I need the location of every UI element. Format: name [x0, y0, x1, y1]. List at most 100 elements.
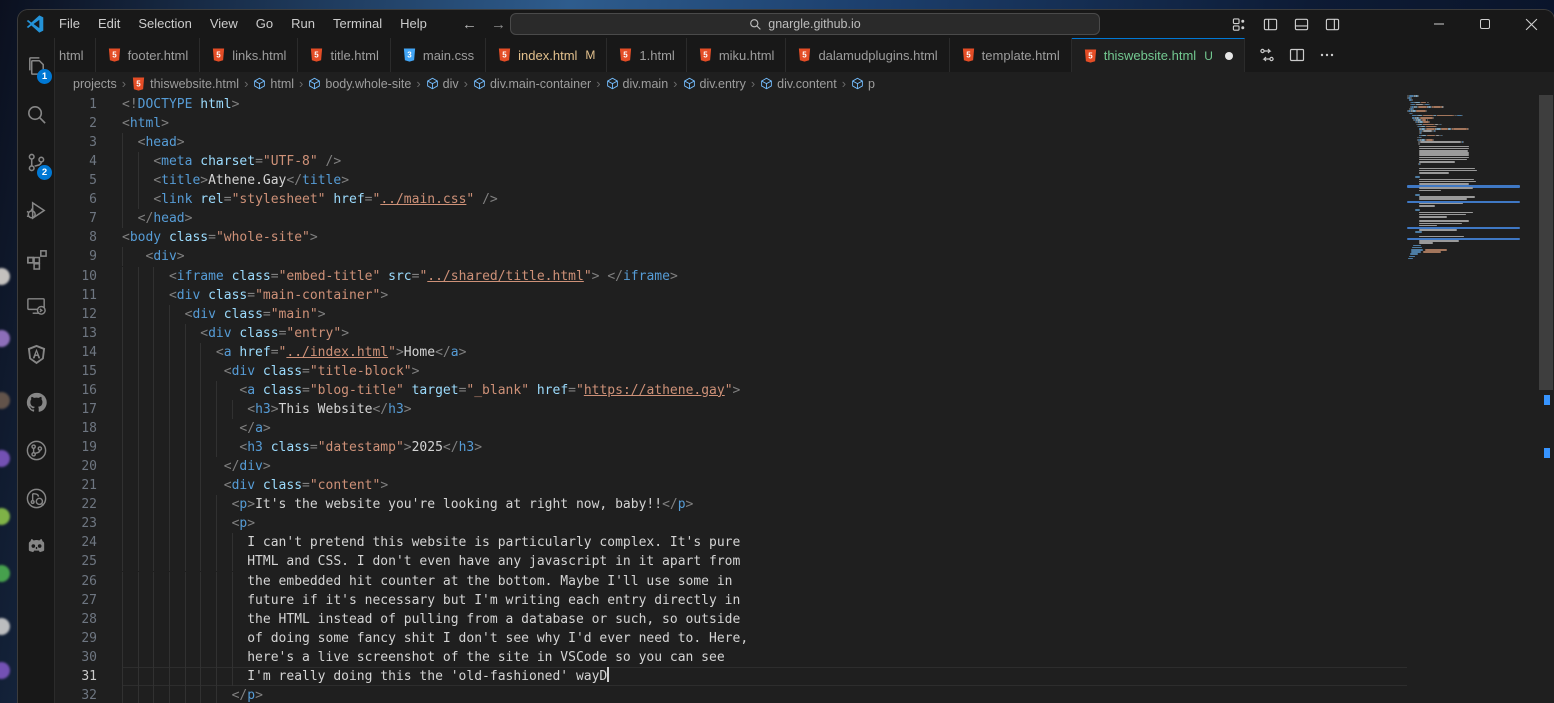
html-file-icon: 5 [698, 47, 713, 63]
code-area[interactable]: <!DOCTYPE html><html> <head> <meta chars… [122, 95, 1407, 703]
tab-index.html[interactable]: 5index.htmlM [486, 38, 607, 72]
activity-bar: 12 [18, 38, 55, 703]
taskbar-app-icon[interactable] [0, 508, 10, 525]
taskbar-app-icon[interactable] [0, 330, 10, 347]
breadcrumb-item-p[interactable]: p [851, 77, 875, 91]
tab-thiswebsite.html[interactable]: 5thiswebsite.htmlU [1072, 38, 1245, 72]
taskbar-app-icon[interactable] [0, 662, 10, 679]
taskbar-app-icon[interactable] [0, 268, 10, 285]
open-changes-icon[interactable] [1259, 47, 1275, 63]
text-cursor [607, 667, 609, 682]
activity-source-control[interactable]: 2 [18, 142, 55, 182]
line-number: 8 [89, 228, 97, 247]
taskbar-app-icon[interactable] [0, 565, 10, 582]
activity-extensions[interactable] [18, 238, 55, 278]
activity-search[interactable] [18, 94, 55, 134]
tab-main.css[interactable]: 3main.css [391, 38, 486, 72]
line-number: 9 [89, 247, 97, 266]
menu-terminal[interactable]: Terminal [324, 13, 391, 35]
toggle-panel-icon[interactable] [1294, 17, 1309, 32]
maximize-button[interactable] [1462, 10, 1508, 38]
menu-run[interactable]: Run [282, 13, 324, 35]
code-line-12: <div class="main"> [122, 305, 1407, 324]
svg-text:5: 5 [217, 50, 222, 59]
minimap-line [1419, 172, 1449, 174]
taskbar-app-icon[interactable] [0, 392, 10, 409]
taskbar-app-icon[interactable] [0, 618, 10, 635]
activity-explorer[interactable]: 1 [18, 46, 55, 86]
toggle-secondary-sidebar-icon[interactable] [1325, 17, 1340, 32]
symbol-cube-icon [308, 77, 321, 90]
git-search-icon [25, 487, 48, 510]
tab-template.html[interactable]: 5template.html [950, 38, 1072, 72]
activity-angular[interactable] [18, 334, 55, 374]
tab-miku.html[interactable]: 5miku.html [687, 38, 787, 72]
code-line-2: <html> [122, 114, 1407, 133]
minimap-line [1420, 141, 1461, 143]
menu-file[interactable]: File [50, 13, 89, 35]
menu-help[interactable]: Help [391, 13, 436, 35]
breadcrumb-item-html[interactable]: html [253, 77, 294, 91]
taskbar-app-icon[interactable] [0, 450, 10, 467]
menu-go[interactable]: Go [247, 13, 282, 35]
dirty-indicator[interactable] [1225, 52, 1233, 60]
activity-github[interactable] [18, 382, 55, 422]
toggle-primary-sidebar-icon[interactable] [1263, 17, 1278, 32]
command-center-search[interactable]: gnargle.github.io [510, 13, 1100, 35]
menu-edit[interactable]: Edit [89, 13, 129, 35]
search-icon [25, 103, 48, 126]
tab-html[interactable]: html [55, 38, 96, 72]
breadcrumb-item-file[interactable]: 5thiswebsite.html [131, 76, 239, 92]
vertical-scrollbar[interactable] [1538, 95, 1554, 703]
minimap[interactable] [1407, 95, 1520, 703]
activity-git-search[interactable] [18, 478, 55, 518]
nav-back-icon[interactable]: ← [462, 16, 477, 33]
breadcrumb-label: p [868, 77, 875, 91]
more-actions-icon[interactable] [1319, 47, 1335, 63]
line-number: 30 [81, 648, 97, 667]
chevron-right-icon: › [749, 76, 757, 91]
breadcrumb-item-body.whole-site[interactable]: body.whole-site [308, 77, 411, 91]
activity-remote-explorer[interactable] [18, 286, 55, 326]
breadcrumb-label: body.whole-site [325, 77, 411, 91]
editor-pane[interactable]: 1234567891011121314151617181920212223242… [55, 95, 1554, 703]
tab-1.html[interactable]: 51.html [607, 38, 686, 72]
breadcrumb-item-projects[interactable]: projects [73, 77, 117, 91]
tab-links.html[interactable]: 5links.html [200, 38, 298, 72]
breadcrumb-item-div.main-container[interactable]: div.main-container [473, 77, 591, 91]
menu-view[interactable]: View [201, 13, 247, 35]
breadcrumb-item-div[interactable]: div [426, 77, 459, 91]
line-number: 25 [81, 552, 97, 571]
minimap-line [1429, 121, 1430, 123]
line-number: 32 [81, 686, 97, 703]
tab-bar: html5footer.html5links.html5title.html3m… [55, 38, 1554, 72]
breadcrumb-item-div.content[interactable]: div.content [760, 77, 837, 91]
line-number: 29 [81, 629, 97, 648]
minimize-button[interactable] [1416, 10, 1462, 38]
line-number: 7 [89, 209, 97, 228]
line-number: 20 [81, 457, 97, 476]
nav-forward-icon[interactable]: → [491, 16, 506, 33]
activity-git-graph[interactable] [18, 430, 55, 470]
chevron-right-icon: › [242, 76, 250, 91]
scrollbar-slider[interactable] [1539, 95, 1553, 390]
close-button[interactable] [1508, 10, 1554, 38]
code-text: <div class="title-block"> [122, 364, 419, 379]
minimap-line [1419, 205, 1435, 207]
tab-footer.html[interactable]: 5footer.html [96, 38, 201, 72]
breadcrumb-label: projects [73, 77, 117, 91]
tab-dalamudplugins.html[interactable]: 5dalamudplugins.html [786, 38, 949, 72]
breadcrumb-item-div.main[interactable]: div.main [606, 77, 669, 91]
line-number: 11 [81, 286, 97, 305]
vscode-logo-icon[interactable] [26, 15, 44, 33]
breadcrumb-item-div.entry[interactable]: div.entry [683, 77, 746, 91]
code-line-26: the embedded hit counter at the bottom. … [122, 572, 1407, 591]
activity-godot[interactable] [18, 526, 55, 566]
tab-title.html[interactable]: 5title.html [298, 38, 390, 72]
activity-run-debug[interactable] [18, 190, 55, 230]
split-editor-icon[interactable] [1289, 47, 1305, 63]
menu-selection[interactable]: Selection [129, 13, 200, 35]
customize-layout-icon[interactable] [1232, 17, 1247, 32]
code-line-9: <div> [122, 247, 1407, 266]
line-number: 24 [81, 533, 97, 552]
